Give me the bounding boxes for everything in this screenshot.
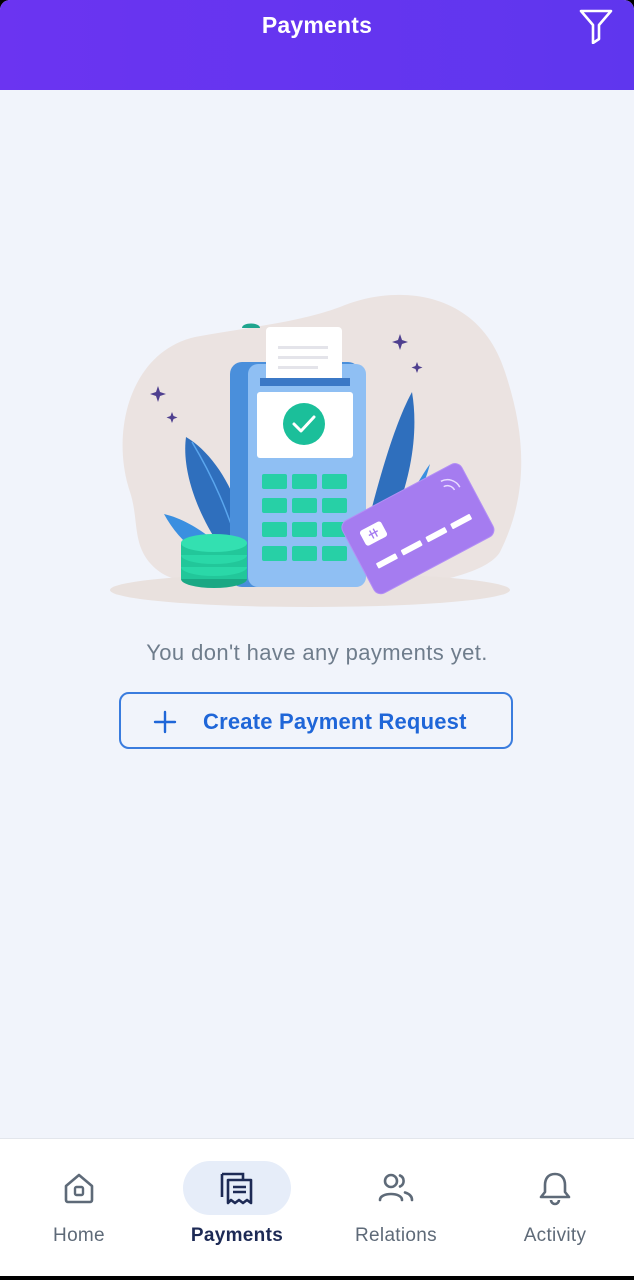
- nav-relations-icon-wrap: [342, 1161, 450, 1215]
- empty-state-message: You don't have any payments yet.: [146, 640, 488, 665]
- receipt-icon: [220, 1172, 253, 1205]
- create-payment-request-label: Create Payment Request: [203, 709, 467, 734]
- app-screen: Payments You don't have any payments yet…: [0, 0, 634, 1276]
- nav-label-payments: Payments: [190, 1225, 284, 1246]
- nav-item-home[interactable]: Home: [0, 1139, 158, 1276]
- nav-label-home: Home: [53, 1225, 105, 1246]
- bottom-navigation: Home Payments Relations Activity: [0, 1138, 634, 1276]
- app-header: Payments: [0, 0, 634, 90]
- plus-icon: [153, 710, 177, 734]
- nav-item-payments[interactable]: Payments: [158, 1139, 316, 1276]
- users-icon: [378, 1173, 414, 1202]
- bell-icon: [539, 1172, 571, 1206]
- home-icon: [64, 1173, 94, 1204]
- filter-button[interactable]: [576, 6, 616, 46]
- create-payment-request-button[interactable]: Create Payment Request: [119, 692, 513, 749]
- nav-item-relations[interactable]: Relations: [317, 1139, 475, 1276]
- payment-terminal-illustration: [110, 294, 522, 607]
- nav-label-relations: Relations: [355, 1225, 437, 1246]
- page-title: Payments: [261, 12, 373, 38]
- nav-item-activity[interactable]: Activity: [476, 1139, 634, 1276]
- nav-activity-icon-wrap: [501, 1161, 609, 1215]
- nav-label-activity: Activity: [523, 1225, 587, 1246]
- nav-home-icon-wrap: [25, 1161, 133, 1215]
- nav-payments-icon-wrap: [183, 1161, 291, 1215]
- filter-icon: [579, 9, 613, 44]
